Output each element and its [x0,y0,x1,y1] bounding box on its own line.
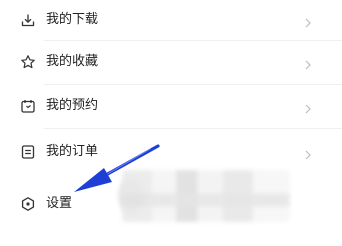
menu-item-favorites[interactable]: 我的收藏 [0,42,342,82]
menu-item-label: 我的预约 [46,98,99,113]
divider [44,40,342,41]
chevron-right-icon [304,14,312,28]
settings-icon [20,196,36,212]
menu-item-reservations[interactable]: 我的预约 [0,86,342,126]
order-icon [20,144,36,160]
divider [44,84,342,85]
chevron-right-icon [304,100,312,114]
chevron-right-icon [304,146,312,160]
settings-menu-screen: 我的下载 我的收藏 我的预约 我的订单 设置 [0,0,342,246]
star-icon [20,54,36,70]
menu-item-label: 设置 [46,196,73,211]
divider [44,128,342,129]
menu-item-label: 我的订单 [46,144,99,159]
calendar-icon [20,98,36,114]
menu-item-downloads[interactable]: 我的下载 [0,0,342,40]
menu-item-orders[interactable]: 我的订单 [0,132,342,172]
chevron-right-icon [304,56,312,70]
download-icon [20,12,36,28]
menu-item-label: 我的收藏 [46,54,99,69]
menu-item-settings[interactable]: 设置 [0,184,342,224]
menu-item-label: 我的下载 [46,12,99,27]
